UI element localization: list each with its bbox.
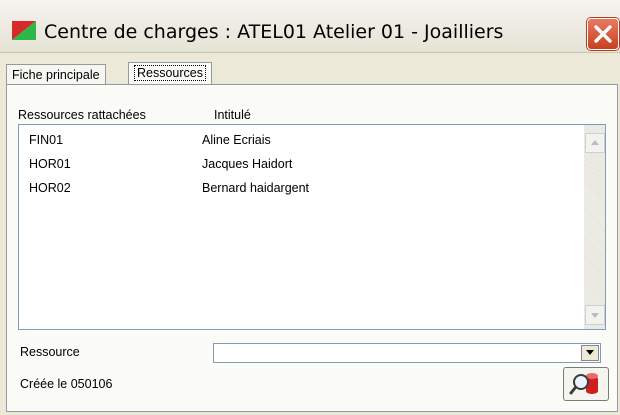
resource-name: Aline Ecriais bbox=[202, 133, 271, 147]
column-header-intitule[interactable]: Intitulé bbox=[214, 108, 251, 122]
resource-code: HOR01 bbox=[29, 157, 71, 171]
column-header-ressources[interactable]: Ressources rattachées bbox=[18, 108, 146, 122]
resource-code: FIN01 bbox=[29, 133, 64, 147]
resource-code: HOR02 bbox=[29, 181, 71, 195]
tab-fiche-principale[interactable]: Fiche principale bbox=[6, 64, 106, 85]
title-bar: Centre de charges : ATEL01 Atelier 01 - … bbox=[0, 0, 620, 53]
ressource-select[interactable] bbox=[213, 343, 601, 363]
close-icon bbox=[594, 25, 612, 43]
created-date: Créée le 050106 bbox=[20, 377, 113, 391]
search-database-button[interactable] bbox=[563, 367, 609, 401]
close-button[interactable] bbox=[587, 18, 619, 50]
ressource-label: Ressource bbox=[20, 345, 80, 359]
tab-label: Ressources bbox=[134, 65, 206, 81]
list-item[interactable]: FIN01 Aline Ecriais bbox=[19, 130, 579, 150]
arrow-down-icon bbox=[591, 313, 599, 318]
search-database-icon bbox=[569, 373, 598, 395]
scroll-up-button[interactable] bbox=[585, 133, 605, 153]
scroll-down-button[interactable] bbox=[585, 305, 605, 325]
tab-ressources[interactable]: Ressources bbox=[128, 62, 212, 85]
window-title: Centre de charges : ATEL01 Atelier 01 - … bbox=[44, 21, 504, 43]
ressource-dropdown-button[interactable] bbox=[581, 345, 599, 361]
list-item[interactable]: HOR01 Jacques Haidort bbox=[19, 154, 579, 174]
chevron-down-icon bbox=[586, 350, 594, 355]
arrow-up-icon bbox=[591, 140, 599, 145]
list-scrollbar[interactable] bbox=[584, 125, 605, 329]
tab-label: Fiche principale bbox=[12, 68, 100, 82]
app-icon bbox=[12, 21, 36, 40]
resources-list[interactable]: FIN01 Aline Ecriais HOR01 Jacques Haidor… bbox=[18, 124, 606, 330]
resource-name: Jacques Haidort bbox=[202, 157, 293, 171]
list-item[interactable]: HOR02 Bernard haidargent bbox=[19, 178, 579, 198]
resource-name: Bernard haidargent bbox=[202, 181, 310, 195]
